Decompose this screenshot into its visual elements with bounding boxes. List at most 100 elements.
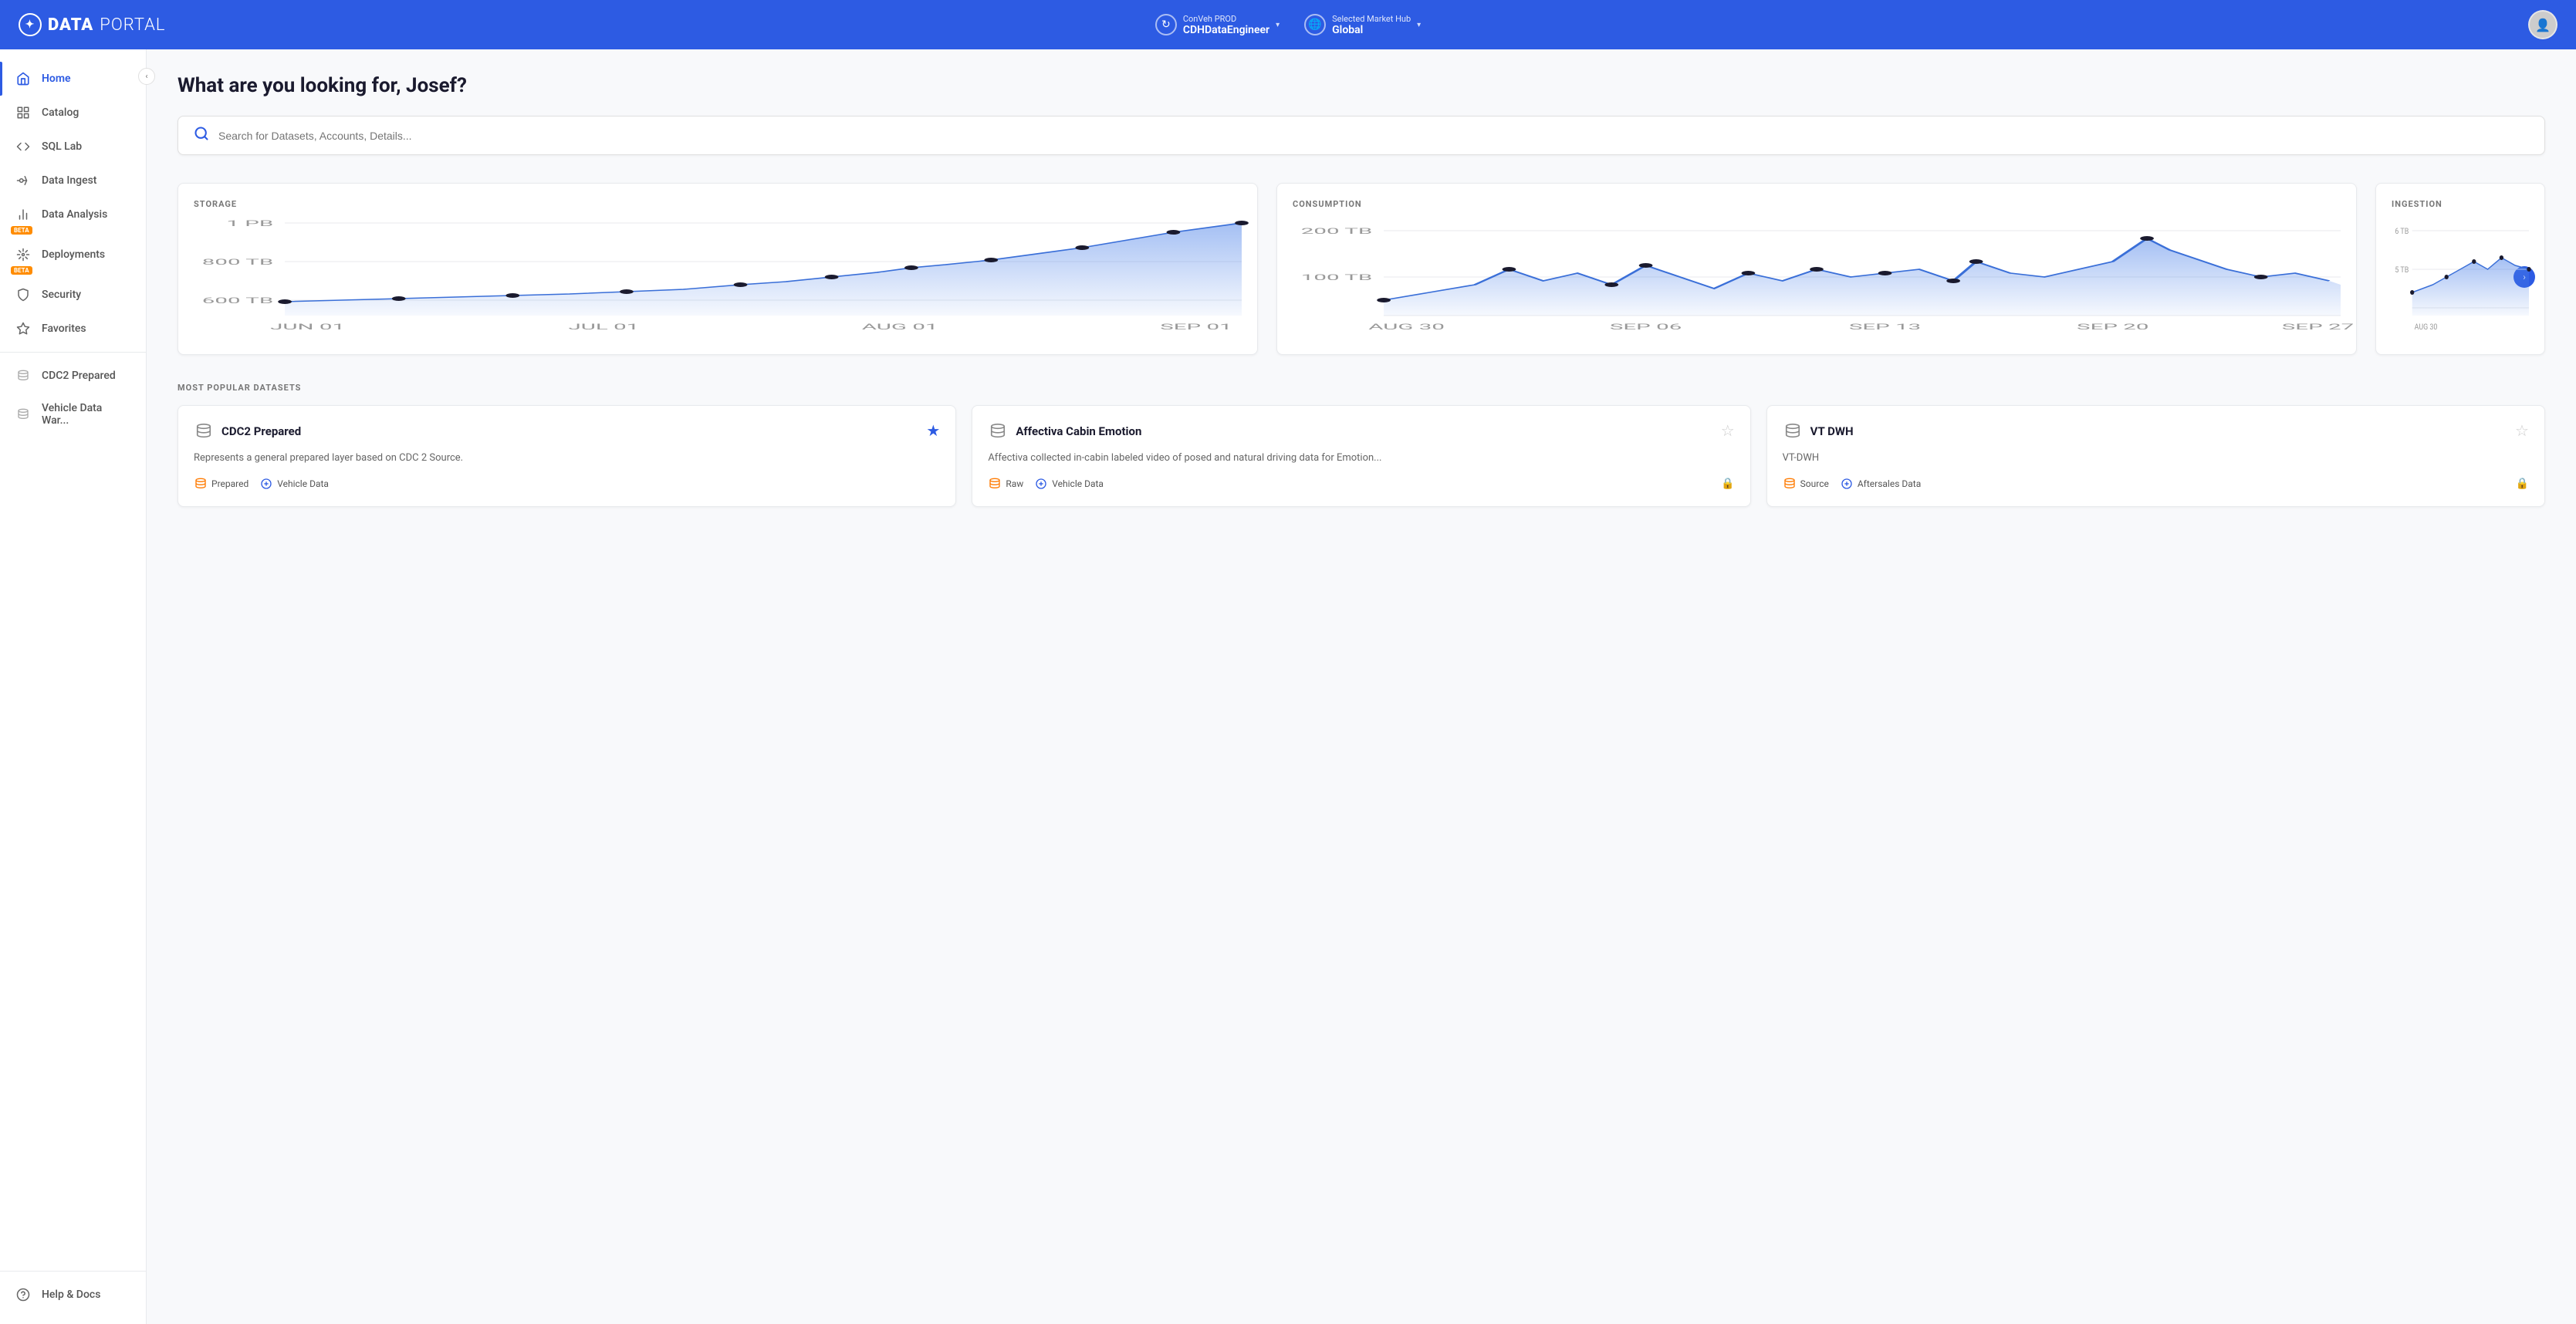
dataset-title-row-vtdwh: VT DWH (1783, 421, 1854, 441)
sidebar-item-security[interactable]: Security (0, 278, 146, 312)
svg-text:SEP 13: SEP 13 (1849, 323, 1921, 331)
sidebar-item-deployments[interactable]: Deployments BETA (0, 238, 146, 278)
svg-text:100 TB: 100 TB (1301, 273, 1373, 282)
cdc2-tag-vehicle-label: Vehicle Data (277, 478, 329, 489)
ingestion-chart-title: INGESTION (2392, 199, 2529, 209)
env-chevron-icon: ▾ (1276, 21, 1280, 29)
env-label-small: ConVeh PROD (1183, 14, 1269, 24)
sidebar-item-data-analysis[interactable]: Data Analysis BETA (0, 198, 146, 238)
vtdwh-tag-aftersales: Aftersales Data (1840, 477, 1921, 491)
vtdwh-tag-source-label: Source (1800, 478, 1829, 489)
svg-text:SEP 20: SEP 20 (2077, 323, 2148, 331)
storage-chart-card: STORAGE 1 PB 800 TB 600 TB (177, 183, 1258, 355)
dataset-header-affectiva: Affectiva Cabin Emotion ☆ (988, 421, 1734, 441)
vtdwh-description: VT-DWH (1783, 451, 2529, 466)
sidebar-recent-cdc2[interactable]: CDC2 Prepared (0, 359, 146, 393)
security-icon (15, 287, 31, 302)
affectiva-star-button[interactable]: ☆ (1721, 421, 1735, 440)
sidebar-divider (0, 352, 146, 353)
data-analysis-beta-badge: BETA (11, 226, 32, 235)
consumption-chart-card: CONSUMPTION 200 TB 100 TB (1276, 183, 2357, 355)
vtdwh-star-button[interactable]: ☆ (2515, 421, 2529, 440)
sidebar-item-sql-lab[interactable]: SQL Lab (0, 130, 146, 164)
dataset-card-affectiva: Affectiva Cabin Emotion ☆ Affectiva coll… (972, 405, 1750, 507)
market-selector[interactable]: 🌐 Selected Market Hub Global ▾ (1304, 14, 1421, 36)
sidebar-item-label-help: Help & Docs (42, 1289, 100, 1301)
vtdwh-dataset-icon (1783, 421, 1803, 441)
market-label-small: Selected Market Hub (1332, 14, 1411, 24)
main-content: What are you looking for, Josef? STORAGE (147, 49, 2576, 1324)
market-info: Selected Market Hub Global (1332, 14, 1411, 36)
affectiva-vehicle-tag-icon (1034, 477, 1048, 491)
cdc2-tag-prepared: Prepared (194, 477, 248, 491)
market-label-main: Global (1332, 24, 1411, 36)
sidebar-item-catalog[interactable]: Catalog (0, 96, 146, 130)
globe-icon: 🌐 (1304, 14, 1326, 35)
search-bar[interactable] (177, 116, 2545, 155)
svg-text:JUN 01: JUN 01 (270, 323, 345, 331)
refresh-icon: ↻ (1155, 14, 1177, 35)
header-right: 👤 (1421, 10, 2557, 39)
cdc2-star-button[interactable]: ★ (926, 421, 940, 440)
affectiva-name: Affectiva Cabin Emotion (1016, 424, 1141, 438)
sidebar: ‹ Home Catalog (0, 49, 147, 1324)
sidebar-item-help[interactable]: Help & Docs (0, 1278, 146, 1312)
svg-text:800 TB: 800 TB (202, 258, 274, 266)
sidebar-item-home[interactable]: Home (0, 62, 146, 96)
affectiva-tag-raw: Raw (988, 477, 1023, 491)
logo-bold: DATA (48, 15, 93, 35)
dataset-title-row-affectiva: Affectiva Cabin Emotion (988, 421, 1141, 441)
prepared-tag-icon (194, 477, 208, 491)
header-center: ↻ ConVeh PROD CDHDataEngineer ▾ 🌐 Select… (1155, 14, 1421, 36)
search-input[interactable] (218, 130, 2529, 142)
page-title: What are you looking for, Josef? (177, 74, 2545, 97)
sidebar-item-label-security: Security (42, 289, 81, 301)
market-chevron-icon: ▾ (1417, 21, 1421, 29)
raw-tag-icon (988, 477, 1002, 491)
env-selector[interactable]: ↻ ConVeh PROD CDHDataEngineer ▾ (1155, 14, 1280, 36)
sidebar-item-label-deployments: Deployments (42, 248, 105, 261)
vehicle-recent-icon (15, 407, 31, 422)
env-info: ConVeh PROD CDHDataEngineer (1183, 14, 1269, 36)
sidebar-item-label-dataingest: Data Ingest (42, 174, 96, 187)
consumption-chart-area: 200 TB 100 TB (1293, 215, 2341, 339)
sidebar-item-label-favorites: Favorites (42, 323, 86, 335)
sidebar-item-label-dataanalysis: Data Analysis (42, 208, 107, 221)
cdc2-description: Represents a general prepared layer base… (194, 451, 940, 466)
svg-text:600 TB: 600 TB (202, 296, 274, 305)
vehicle-tag-icon (259, 477, 273, 491)
search-icon (194, 126, 209, 145)
env-label-main: CDHDataEngineer (1183, 24, 1269, 36)
data-analysis-icon (15, 207, 31, 222)
cdc2-recent-icon (15, 368, 31, 383)
vtdwh-tags: Source Aftersales Data (1783, 477, 2529, 491)
svg-text:AUG 30: AUG 30 (1368, 323, 1445, 331)
cdc2-tag-vehicle: Vehicle Data (259, 477, 329, 491)
app-header: ✦ DATA PORTAL ↻ ConVeh PROD CDHDataEngin… (0, 0, 2576, 49)
affectiva-lock-icon: 🔒 (1721, 478, 1734, 490)
cdc2-name: CDC2 Prepared (221, 424, 301, 438)
cdc2-dataset-icon (194, 421, 214, 441)
dataset-card-cdc2: CDC2 Prepared ★ Represents a general pre… (177, 405, 956, 507)
home-icon (15, 71, 31, 86)
catalog-icon (15, 105, 31, 120)
sidebar-item-label-home: Home (42, 73, 71, 85)
sidebar-recent-cdc2-label: CDC2 Prepared (42, 370, 116, 382)
dataset-header-cdc2: CDC2 Prepared ★ (194, 421, 940, 441)
svg-text:AUG 01: AUG 01 (862, 323, 938, 331)
svg-text:6 TB: 6 TB (2395, 228, 2409, 237)
sidebar-item-label-sqllab: SQL Lab (42, 140, 82, 153)
svg-text:200 TB: 200 TB (1301, 227, 1373, 235)
sidebar-collapse-button[interactable]: ‹ (138, 68, 155, 85)
sidebar-item-data-ingest[interactable]: Data Ingest (0, 164, 146, 198)
sidebar-item-favorites[interactable]: Favorites (0, 312, 146, 346)
user-avatar[interactable]: 👤 (2528, 10, 2557, 39)
svg-text:5 TB: 5 TB (2395, 266, 2409, 275)
sidebar-recent-vehicle[interactable]: Vehicle Data War... (0, 393, 146, 436)
source-tag-icon (1783, 477, 1797, 491)
cdc2-tags: Prepared Vehicle Data (194, 477, 940, 491)
aftersales-tag-icon (1840, 477, 1854, 491)
affectiva-description: Affectiva collected in-cabin labeled vid… (988, 451, 1734, 466)
svg-text:SEP 27: SEP 27 (2282, 323, 2354, 331)
svg-text:AUG 30: AUG 30 (2415, 323, 2438, 333)
